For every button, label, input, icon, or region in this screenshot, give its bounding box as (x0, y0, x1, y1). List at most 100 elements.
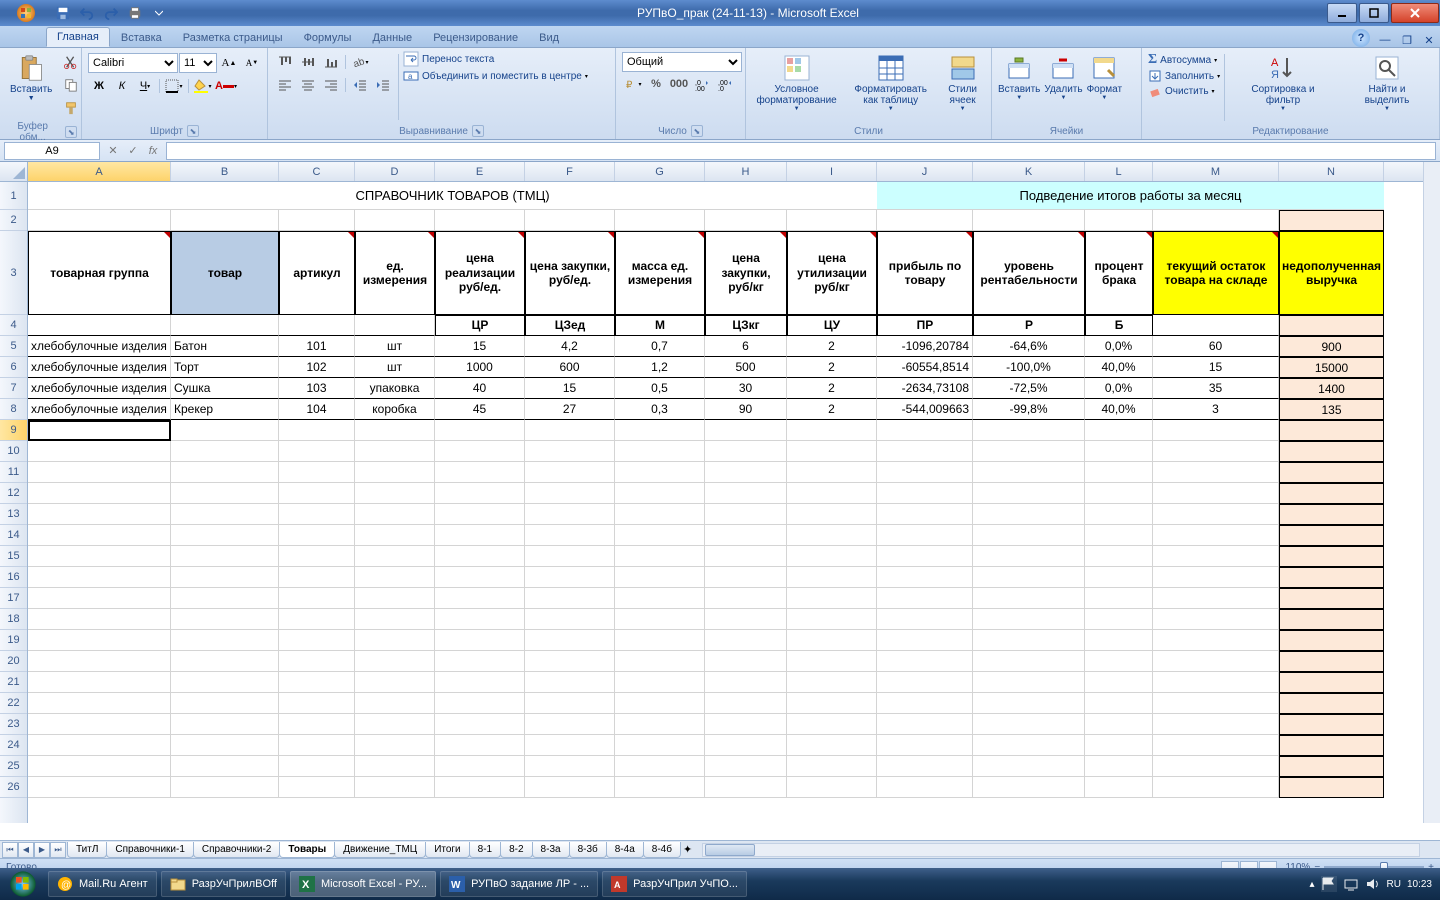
tab-home[interactable]: Главная (46, 27, 110, 47)
row-header-6[interactable]: 6 (0, 357, 27, 378)
row-header-3[interactable]: 3 (0, 231, 27, 315)
format-as-table-button[interactable]: Форматировать как таблицу▼ (843, 50, 938, 115)
row-header-18[interactable]: 18 (0, 609, 27, 630)
col-header-M[interactable]: M (1153, 162, 1279, 181)
sheet-nav-prev-icon[interactable]: ◀ (18, 842, 34, 858)
font-size-select[interactable]: 11 (179, 53, 217, 73)
sheet-tab[interactable]: Справочники-1 (106, 842, 193, 858)
col-header-N[interactable]: N (1279, 162, 1384, 181)
align-left-icon[interactable] (274, 74, 296, 96)
taskbar-button[interactable]: РазрУчПрилВOff (161, 871, 286, 897)
workbook-close-button[interactable]: ✕ (1420, 33, 1438, 47)
fx-icon[interactable]: fx (144, 142, 162, 160)
row-header-4[interactable]: 4 (0, 315, 27, 336)
number-format-select[interactable]: Общий (622, 52, 742, 72)
dropdown-arrow-icon[interactable] (170, 423, 171, 440)
conditional-formatting-button[interactable]: Условное форматирование▼ (750, 50, 843, 115)
align-top-icon[interactable] (274, 51, 296, 73)
sheet-tab[interactable]: Итоги (425, 842, 469, 858)
sheet-tab[interactable]: 8-3б (569, 842, 607, 858)
new-sheet-button[interactable]: ✦ (683, 843, 692, 856)
bold-icon[interactable]: Ж (88, 75, 110, 97)
row-header-15[interactable]: 15 (0, 546, 27, 567)
tray-language[interactable]: RU (1387, 879, 1401, 890)
qat-save-icon[interactable] (52, 2, 74, 24)
sheet-tab[interactable]: 8-4а (606, 842, 644, 858)
align-middle-icon[interactable] (297, 51, 319, 73)
col-header-A[interactable]: A (28, 162, 171, 181)
maximize-button[interactable] (1359, 3, 1389, 23)
copy-icon[interactable] (60, 74, 82, 96)
minimize-button[interactable] (1327, 3, 1357, 23)
paste-button[interactable]: Вставить▼ (4, 50, 58, 105)
row-header-2[interactable]: 2 (0, 210, 27, 231)
row-header-8[interactable]: 8 (0, 399, 27, 420)
row-header-21[interactable]: 21 (0, 672, 27, 693)
row-header-10[interactable]: 10 (0, 441, 27, 462)
row-header-26[interactable]: 26 (0, 777, 27, 798)
workbook-minimize-button[interactable]: — (1376, 33, 1394, 47)
col-header-J[interactable]: J (877, 162, 973, 181)
align-bottom-icon[interactable] (320, 51, 342, 73)
increase-indent-icon[interactable] (372, 74, 394, 96)
format-cells-button[interactable]: Формат▼ (1085, 50, 1125, 104)
col-header-D[interactable]: D (355, 162, 435, 181)
tray-network-icon[interactable] (1343, 876, 1359, 892)
taskbar-button[interactable]: @Mail.Ru Агент (48, 871, 157, 897)
system-tray[interactable]: ▴ RU 10:23 (1309, 876, 1440, 892)
format-painter-icon[interactable] (60, 97, 82, 119)
fill-color-icon[interactable]: ▾ (192, 75, 214, 97)
autosum-button[interactable]: ΣАвтосумма▾ (1148, 52, 1220, 68)
percent-icon[interactable]: % (645, 73, 667, 95)
insert-cells-button[interactable]: Вставить▼ (996, 50, 1042, 104)
horizontal-scrollbar[interactable] (702, 843, 1420, 857)
row-header-13[interactable]: 13 (0, 504, 27, 525)
row-header-12[interactable]: 12 (0, 483, 27, 504)
italic-icon[interactable]: К (111, 75, 133, 97)
qat-undo-icon[interactable] (76, 2, 98, 24)
row-header-16[interactable]: 16 (0, 567, 27, 588)
number-launcher-icon[interactable]: ⬊ (691, 125, 703, 137)
sheet-nav-last-icon[interactable]: ⏭ (50, 842, 66, 858)
align-center-icon[interactable] (297, 74, 319, 96)
enter-formula-icon[interactable]: ✓ (124, 142, 142, 160)
col-header-K[interactable]: K (973, 162, 1085, 181)
tab-insert[interactable]: Вставка (111, 29, 172, 47)
row-header-22[interactable]: 22 (0, 693, 27, 714)
close-button[interactable] (1391, 3, 1439, 23)
qat-redo-icon[interactable] (100, 2, 122, 24)
decrease-indent-icon[interactable] (349, 74, 371, 96)
row-header-24[interactable]: 24 (0, 735, 27, 756)
help-button[interactable]: ? (1352, 29, 1370, 47)
sheet-tab[interactable]: 8-4б (643, 842, 681, 858)
col-header-C[interactable]: C (279, 162, 355, 181)
workbook-restore-button[interactable]: ❐ (1398, 33, 1416, 47)
find-select-button[interactable]: Найти и выделить▼ (1339, 50, 1435, 115)
row-headers[interactable]: 1234567891011121314151617181920212223242… (0, 182, 28, 823)
tray-flag-icon[interactable] (1321, 876, 1337, 892)
sheet-tab[interactable]: 8-2 (500, 842, 532, 858)
taskbar-button[interactable]: WРУПвО задание ЛР - ... (440, 871, 598, 897)
tab-view[interactable]: Вид (529, 29, 569, 47)
sheet-tab[interactable]: 8-3а (532, 842, 570, 858)
borders-icon[interactable]: ▾ (163, 75, 185, 97)
col-header-F[interactable]: F (525, 162, 615, 181)
sheet-tab[interactable]: Товары (279, 842, 335, 858)
start-button[interactable] (0, 868, 46, 900)
sheet-tab[interactable]: Справочники-2 (193, 842, 280, 858)
increase-font-icon[interactable]: A▲ (218, 52, 240, 74)
office-button[interactable] (4, 0, 48, 26)
sort-filter-button[interactable]: АЯСортировка и фильтр▼ (1227, 50, 1339, 115)
sheet-tab[interactable]: Движение_ТМЦ (334, 842, 426, 858)
cell-styles-button[interactable]: Стили ячеек▼ (938, 50, 987, 115)
clipboard-launcher-icon[interactable]: ⬊ (65, 126, 77, 138)
vertical-scrollbar[interactable] (1423, 162, 1440, 823)
sheet-nav-first-icon[interactable]: ⏮ (2, 842, 18, 858)
wrap-text-button[interactable]: Перенос текста (403, 51, 588, 67)
decrease-decimal-icon[interactable]: ,00,0 (714, 73, 736, 95)
col-header-L[interactable]: L (1085, 162, 1153, 181)
row-header-17[interactable]: 17 (0, 588, 27, 609)
tray-volume-icon[interactable] (1365, 876, 1381, 892)
cancel-formula-icon[interactable]: ✕ (104, 142, 122, 160)
currency-icon[interactable]: ₽▾ (622, 73, 644, 95)
